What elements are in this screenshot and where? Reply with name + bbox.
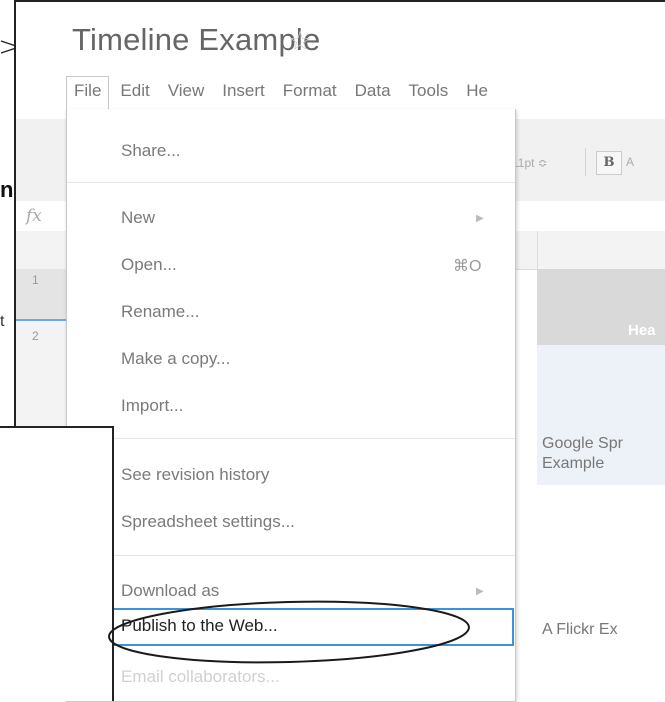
menu-edit[interactable]: Edit [120,77,149,105]
menu-item-open[interactable]: Open... [121,255,177,275]
document-title[interactable]: Timeline Example [72,22,320,58]
bold-button[interactable]: B [596,151,622,175]
submenu-arrow-icon: ▶ [476,586,484,597]
menu-item-make-copy[interactable]: Make a copy... [121,349,230,369]
row-selection-indicator [16,319,66,321]
menu-help[interactable]: He [466,77,488,105]
menu-data[interactable]: Data [355,77,391,105]
menu-view[interactable]: View [168,77,205,105]
cell-google-example[interactable]: Google Spr Example [542,434,623,474]
cell-google-line-1: Google Spr [542,435,623,452]
annotation-ellipse [108,600,470,664]
menu-item-new[interactable]: New [121,208,155,228]
menu-item-share[interactable]: Share... [121,141,181,161]
menu-file[interactable]: File [66,76,110,110]
column-divider [537,231,538,269]
row-1-header[interactable] [16,269,66,319]
menu-separator [67,182,515,183]
menu-item-revision-history[interactable]: See revision history [121,465,269,485]
menu-separator [67,438,515,439]
text-color-button[interactable]: A [626,155,634,169]
row-number-2[interactable]: 2 [32,329,39,343]
menu-tools[interactable]: Tools [409,77,449,105]
menu-separator [67,555,515,556]
toolbar-divider [585,148,586,176]
row-number-1[interactable]: 1 [32,273,39,287]
cell-google-line-2: Example [542,455,605,472]
menu-bar: File Edit View Insert Format Data Tools He [66,76,506,110]
header-cell-text: Hea [628,322,656,339]
fx-icon: fx [26,206,42,226]
menu-format[interactable]: Format [283,77,337,105]
menu-item-rename[interactable]: Rename... [121,302,199,322]
menu-item-spreadsheet-settings[interactable]: Spreadsheet settings... [121,512,295,532]
cell-flickr-example[interactable]: A Flickr Ex [542,621,618,639]
font-size-select[interactable]: 11pt ≎ [512,156,548,170]
left-text-fragment-t: t [0,313,5,330]
menu-item-import[interactable]: Import... [121,396,183,416]
left-text-fragment-n: n [0,177,14,202]
open-shortcut: ⌘O [453,258,482,275]
submenu-arrow-icon: ▶ [476,213,484,224]
callout-mask [0,428,112,701]
callout-border-top [0,426,114,428]
star-outline-icon[interactable]: ☆ [288,26,312,57]
menu-insert[interactable]: Insert [222,77,265,105]
